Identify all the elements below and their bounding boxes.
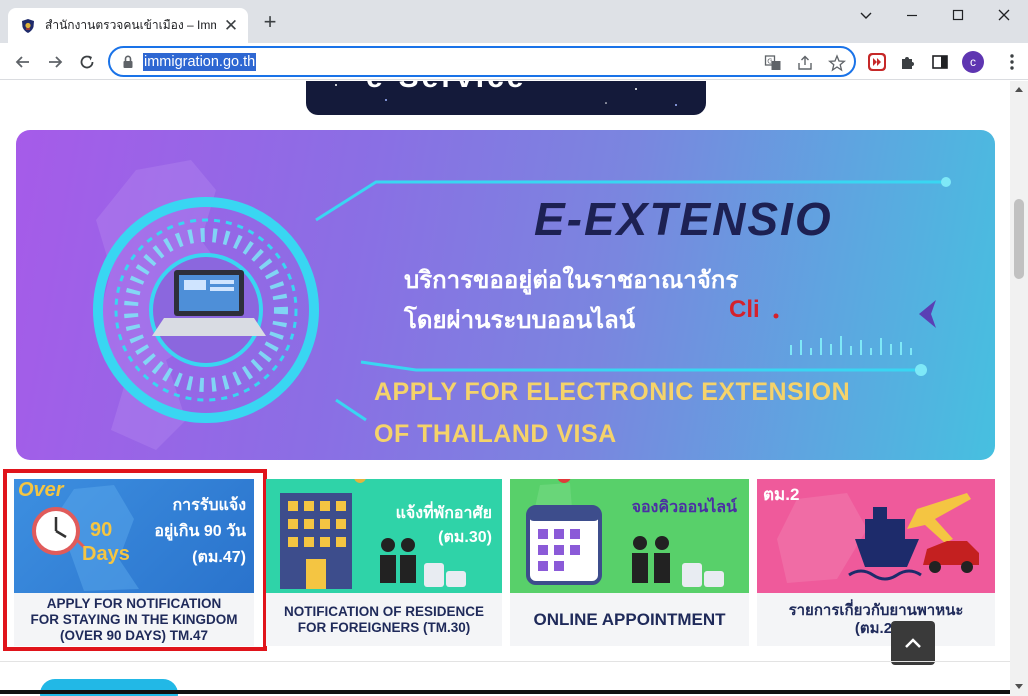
- e-extension-banner[interactable]: E-EXTENSIO บริการขออยู่ต่อในราชอาณาจักร …: [16, 130, 995, 460]
- browser-tab[interactable]: สำนักงานตรวจคนเข้าเมือง – Immigration ✕: [8, 8, 248, 43]
- close-window-icon[interactable]: [993, 4, 1015, 26]
- share-icon[interactable]: [795, 53, 815, 73]
- card3-caption: ONLINE APPOINTMENT: [510, 593, 749, 646]
- scroll-up-arrow-icon[interactable]: [1015, 87, 1023, 92]
- menu-kebab-icon[interactable]: [1004, 52, 1020, 72]
- browser-titlebar: สำนักงานตรวจคนเข้าเมือง – Immigration ✕ …: [0, 0, 1028, 43]
- back-to-top-button[interactable]: [891, 621, 935, 665]
- bottom-rule: [0, 690, 1010, 694]
- svg-text:G: G: [767, 58, 772, 66]
- lock-icon[interactable]: [122, 54, 134, 70]
- highlight-frame: [3, 469, 267, 651]
- maximize-icon[interactable]: [947, 4, 969, 26]
- extension-red-icon[interactable]: [866, 51, 888, 73]
- side-panel-icon[interactable]: [929, 51, 951, 73]
- translate-icon[interactable]: G: [763, 53, 783, 73]
- minimize-icon[interactable]: [901, 4, 923, 26]
- eservice-banner[interactable]: e-Service: [306, 81, 706, 115]
- eservice-title: e-Service: [366, 81, 526, 95]
- card3-caption-line1: ONLINE APPOINTMENT: [533, 609, 726, 629]
- banner-thai-line1: บริการขออยู่ต่อในราชอาณาจักร: [404, 267, 739, 294]
- address-bar[interactable]: immigration.go.th G: [108, 46, 856, 77]
- card-vehicle-tm2[interactable]: ตม.2 รายการเกี่ยวกับยานพาหนะ (ตม.2): [757, 479, 995, 646]
- banner-title: E-EXTENSIO: [534, 193, 833, 245]
- chevron-up-icon: [905, 638, 921, 648]
- banner-thai-line2: โดยผ่านระบบออนไลน์: [404, 307, 636, 334]
- card2-caption-line2: FOR FOREIGNERS (TM.30): [297, 619, 471, 635]
- url-text[interactable]: immigration.go.th: [143, 53, 257, 71]
- card2-thai2: (ตม.30): [438, 529, 492, 546]
- banner-en-line2: OF THAILAND VISA: [374, 420, 617, 448]
- card-online-appointment[interactable]: จองคิวออนไลน์ ONLINE APPOINTMENT: [510, 479, 749, 646]
- tab-search-chevron-icon[interactable]: [855, 4, 877, 26]
- bookmark-star-icon[interactable]: [827, 53, 847, 73]
- new-tab-button[interactable]: +: [259, 11, 281, 34]
- page-viewport: e-Service: [0, 81, 1010, 696]
- scrollbar-thumb[interactable]: [1014, 199, 1024, 279]
- card3-thai1: จองคิวออนไลน์: [631, 499, 737, 516]
- immigration-logo-icon: [22, 18, 34, 33]
- scroll-down-arrow-icon[interactable]: [1015, 684, 1023, 689]
- tab-close-icon[interactable]: ✕: [222, 17, 240, 35]
- card2-caption: NOTIFICATION OF RESIDENCE FOR FOREIGNERS…: [266, 593, 502, 646]
- card-residence-notification[interactable]: แจ้งที่พักอาศัย (ตม.30) NOTIFICATION OF …: [266, 479, 502, 646]
- card2-thai1: แจ้งที่พักอาศัย: [395, 505, 492, 522]
- card-appointment-image: จองคิวออนไลน์: [510, 479, 749, 593]
- card4-tag: ตม.2: [763, 485, 800, 504]
- card4-caption: รายการเกี่ยวกับยานพาหนะ (ตม.2): [757, 593, 995, 646]
- banner-cli-text: Cli: [729, 296, 760, 323]
- reload-icon: [80, 55, 94, 69]
- banner-en-line1: APPLY FOR ELECTRONIC EXTENSION: [374, 378, 851, 406]
- card4-caption-line1: รายการเกี่ยวกับยานพาหนะ: [788, 601, 964, 619]
- tab-title: สำนักงานตรวจคนเข้าเมือง – Immigration: [45, 18, 216, 32]
- extensions-puzzle-icon[interactable]: [897, 51, 919, 73]
- card-vehicle-image: ตม.2: [757, 479, 995, 593]
- card2-caption-line1: NOTIFICATION OF RESIDENCE: [283, 603, 484, 619]
- back-arrow-icon: [15, 56, 29, 68]
- section-divider: [0, 661, 1010, 662]
- back-button[interactable]: [10, 49, 36, 75]
- page-scrollbar[interactable]: [1010, 81, 1028, 696]
- card-residence-image: แจ้งที่พักอาศัย (ตม.30): [266, 479, 502, 593]
- forward-arrow-icon: [49, 56, 63, 68]
- reload-button[interactable]: [74, 49, 100, 75]
- profile-avatar[interactable]: c: [962, 51, 984, 73]
- forward-button[interactable]: [42, 49, 68, 75]
- browser-toolbar: immigration.go.th G: [0, 43, 1028, 80]
